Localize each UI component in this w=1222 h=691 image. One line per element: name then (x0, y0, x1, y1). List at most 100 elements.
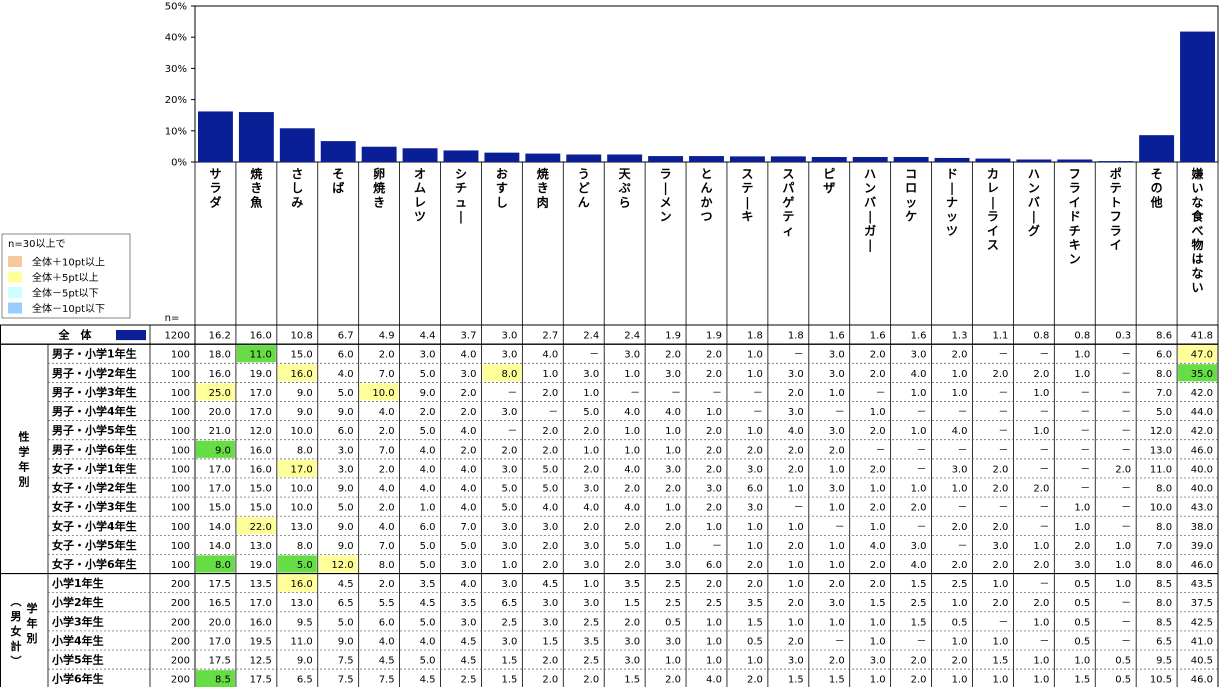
category-label-char: 肉 (537, 194, 549, 209)
table-cell: 1.0 (583, 388, 599, 399)
table-cell: － (507, 388, 517, 399)
group-label-char: 学 (27, 601, 38, 615)
table-cell: 11.0 (250, 350, 272, 361)
category-label-char: パ (782, 181, 794, 195)
table-cell: 41.8 (1191, 331, 1213, 342)
category-label-char: す (496, 181, 508, 195)
table-cell: － (917, 522, 927, 533)
table-cell: 17.5 (209, 656, 231, 667)
table-cell: 2.0 (542, 675, 558, 686)
table-cell: 12.5 (250, 656, 272, 667)
table-cell: 2.5 (583, 656, 599, 667)
chart-svg: 0%10%20%30%40%50%サラダ焼き魚さしみそば卵焼きオムレツシチュ|お… (0, 2, 1219, 689)
category-label-char: 物 (1192, 237, 1204, 252)
table-cell: 16.0 (290, 369, 312, 380)
table-cell: 2.0 (992, 484, 1008, 495)
table-cell: 2.0 (461, 407, 477, 418)
table-cell: 3.0 (583, 541, 599, 552)
table-cell: 4.0 (542, 503, 558, 514)
table-cell: 2.0 (706, 503, 722, 514)
table-cell: 6.0 (379, 617, 395, 628)
plot-area (194, 5, 1219, 163)
category-label-char: な (1192, 195, 1204, 209)
table-cell: 1.0 (747, 369, 763, 380)
category-label-char: み (291, 195, 303, 209)
table-cell: 5.0 (542, 484, 558, 495)
category-label-char: イ (987, 224, 999, 238)
table-cell: 42.5 (1191, 617, 1213, 628)
table-cell: 7.0 (1156, 388, 1172, 399)
table-cell: 9.0 (297, 656, 313, 667)
table-cell: 9.0 (338, 636, 354, 647)
table-cell: 2.0 (1074, 541, 1090, 552)
table-cell: 17.5 (250, 675, 272, 686)
table-cell: 3.0 (542, 522, 558, 533)
table-cell: 1.0 (911, 388, 927, 399)
table-cell: 2.0 (706, 445, 722, 456)
category-label-char: べ (1192, 224, 1204, 238)
table-cell: 1.0 (788, 522, 804, 533)
table-cell: 1.0 (829, 464, 845, 475)
category-label-char: ど (578, 181, 590, 195)
category-label-char: テ (741, 181, 753, 195)
category-label-char: イ (1069, 195, 1081, 209)
table-cell: － (1039, 636, 1049, 647)
table-cell: 2.0 (1033, 484, 1049, 495)
group-label-char: 別 (26, 631, 38, 645)
table-cell: 21.0 (209, 426, 231, 437)
table-cell: 17.5 (209, 579, 231, 590)
category-label-char: | (745, 195, 749, 209)
category-label-char: き (373, 195, 385, 209)
table-cell: 4.0 (379, 484, 395, 495)
table-cell: 13.0 (250, 541, 272, 552)
table-cell: 4.0 (461, 426, 477, 437)
category-label-char: ら (619, 195, 631, 209)
table-cell: 2.0 (706, 464, 722, 475)
table-cell: 16.0 (250, 331, 272, 342)
table-cell: 1.0 (1033, 541, 1049, 552)
legend-label: 全体＋5pt以上 (32, 271, 99, 284)
table-cell: 6.0 (1156, 350, 1172, 361)
table-cell: 2.0 (665, 350, 681, 361)
table-cell: 7.0 (379, 541, 395, 552)
category-label-char: フ (1110, 210, 1122, 224)
table-cell: 8.5 (1156, 617, 1172, 628)
table-cell: 1.0 (665, 426, 681, 437)
table-cell: 1.5 (1074, 675, 1090, 686)
table-cell: 1.0 (1033, 675, 1049, 686)
table-cell: 1.0 (1033, 388, 1049, 399)
table-cell: 2.0 (992, 522, 1008, 533)
n-header: n= (165, 313, 180, 324)
category-label-char: ッ (946, 210, 958, 224)
table-cell: 2.5 (461, 675, 477, 686)
table-cell: 42.0 (1191, 426, 1213, 437)
row-label: 女子・小学3年生 (52, 500, 137, 514)
table-cell: 1.0 (952, 675, 968, 686)
table-cell: 4.0 (420, 464, 436, 475)
category-label-char: 焼 (373, 180, 385, 195)
table-cell: 2.5 (583, 617, 599, 628)
bar (852, 157, 888, 162)
table-cell: 3.5 (420, 579, 436, 590)
row-label: 男子・小学1年生 (52, 347, 137, 361)
table-cell: 3.0 (420, 350, 436, 361)
y-tick-label: 0% (171, 158, 187, 169)
table-cell: 3.0 (583, 560, 599, 571)
table-cell: 1.0 (1115, 579, 1131, 590)
table-cell: 40.5 (1191, 656, 1213, 667)
table-cell: 1.0 (870, 675, 886, 686)
table-cell: 2.0 (420, 407, 436, 418)
table-cell: 0.5 (1074, 617, 1090, 628)
table-cell: 6.0 (338, 350, 354, 361)
table-cell: － (1121, 426, 1131, 437)
table-cell: 1.3 (952, 331, 968, 342)
table-cell: － (998, 445, 1008, 456)
table-cell: － (998, 350, 1008, 361)
table-cell: 1.0 (952, 636, 968, 647)
table-cell: 1.0 (870, 617, 886, 628)
table-cell: 2.0 (706, 426, 722, 437)
category-label-char: シ (455, 167, 467, 181)
table-cell: 5.0 (461, 541, 477, 552)
category-label-char: い (1192, 281, 1204, 295)
table-cell: 5.0 (420, 560, 436, 571)
